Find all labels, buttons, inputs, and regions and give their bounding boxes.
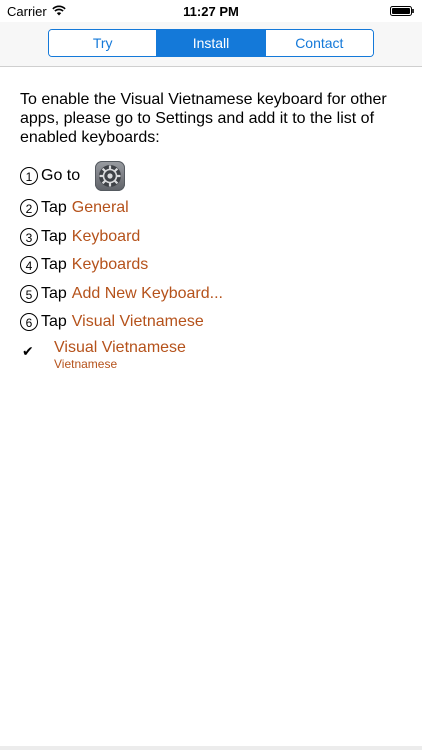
settings-gear-icon[interactable] [95,161,126,191]
step-number: 5 [20,284,38,303]
bottom-edge [0,746,422,750]
step-5: 5 Tap Add New Keyboard... [20,280,410,309]
link-add-new-keyboard[interactable]: Add New Keyboard... [72,285,223,303]
step-number: 2 [20,199,38,218]
step-number: 6 [20,313,38,332]
screen: Carrier 11:27 PM Try Install Contact To … [0,0,422,750]
link-general[interactable]: General [72,199,129,217]
step-verb: Tap [41,256,67,274]
status-bar: Carrier 11:27 PM [0,0,422,22]
link-visual-vietnamese[interactable]: Visual Vietnamese [72,313,204,331]
keyboard-entry[interactable]: ✔ Visual Vietnamese Vietnamese [20,339,410,375]
step-3: 3 Tap Keyboard [20,223,410,252]
tab-install[interactable]: Install [156,30,265,56]
keyboard-name: Visual Vietnamese [54,338,186,356]
step-verb: Tap [41,313,67,331]
step-4: 4 Tap Keyboards [20,251,410,280]
step-verb: Tap [41,199,67,217]
install-instructions: To enable the Visual Vietnamese keyboard… [20,90,410,375]
tab-try[interactable]: Try [49,30,157,56]
step-verb: Go to [41,167,81,184]
intro-text: To enable the Visual Vietnamese keyboard… [20,91,387,146]
step-2: 2 Tap General [20,194,410,223]
step-1: 1 Go to [20,158,410,194]
tab-contact[interactable]: Contact [264,30,373,56]
step-number: 1 [20,167,38,185]
checkmark-icon: ✔ [22,342,34,359]
link-keyboard[interactable]: Keyboard [72,228,141,246]
step-verb: Tap [41,227,67,245]
step-verb: Tap [41,284,67,302]
status-time: 11:27 PM [183,4,239,19]
link-keyboards[interactable]: Keyboards [72,256,149,274]
step-number: 3 [20,227,38,246]
battery-icon [390,6,414,16]
keyboard-language: Vietnamese [54,356,118,371]
header-bar: Try Install Contact [0,22,422,67]
step-6: 6 Tap Visual Vietnamese [20,308,410,337]
tab-segmented-control: Try Install Contact [48,29,374,57]
step-number: 4 [20,256,38,275]
